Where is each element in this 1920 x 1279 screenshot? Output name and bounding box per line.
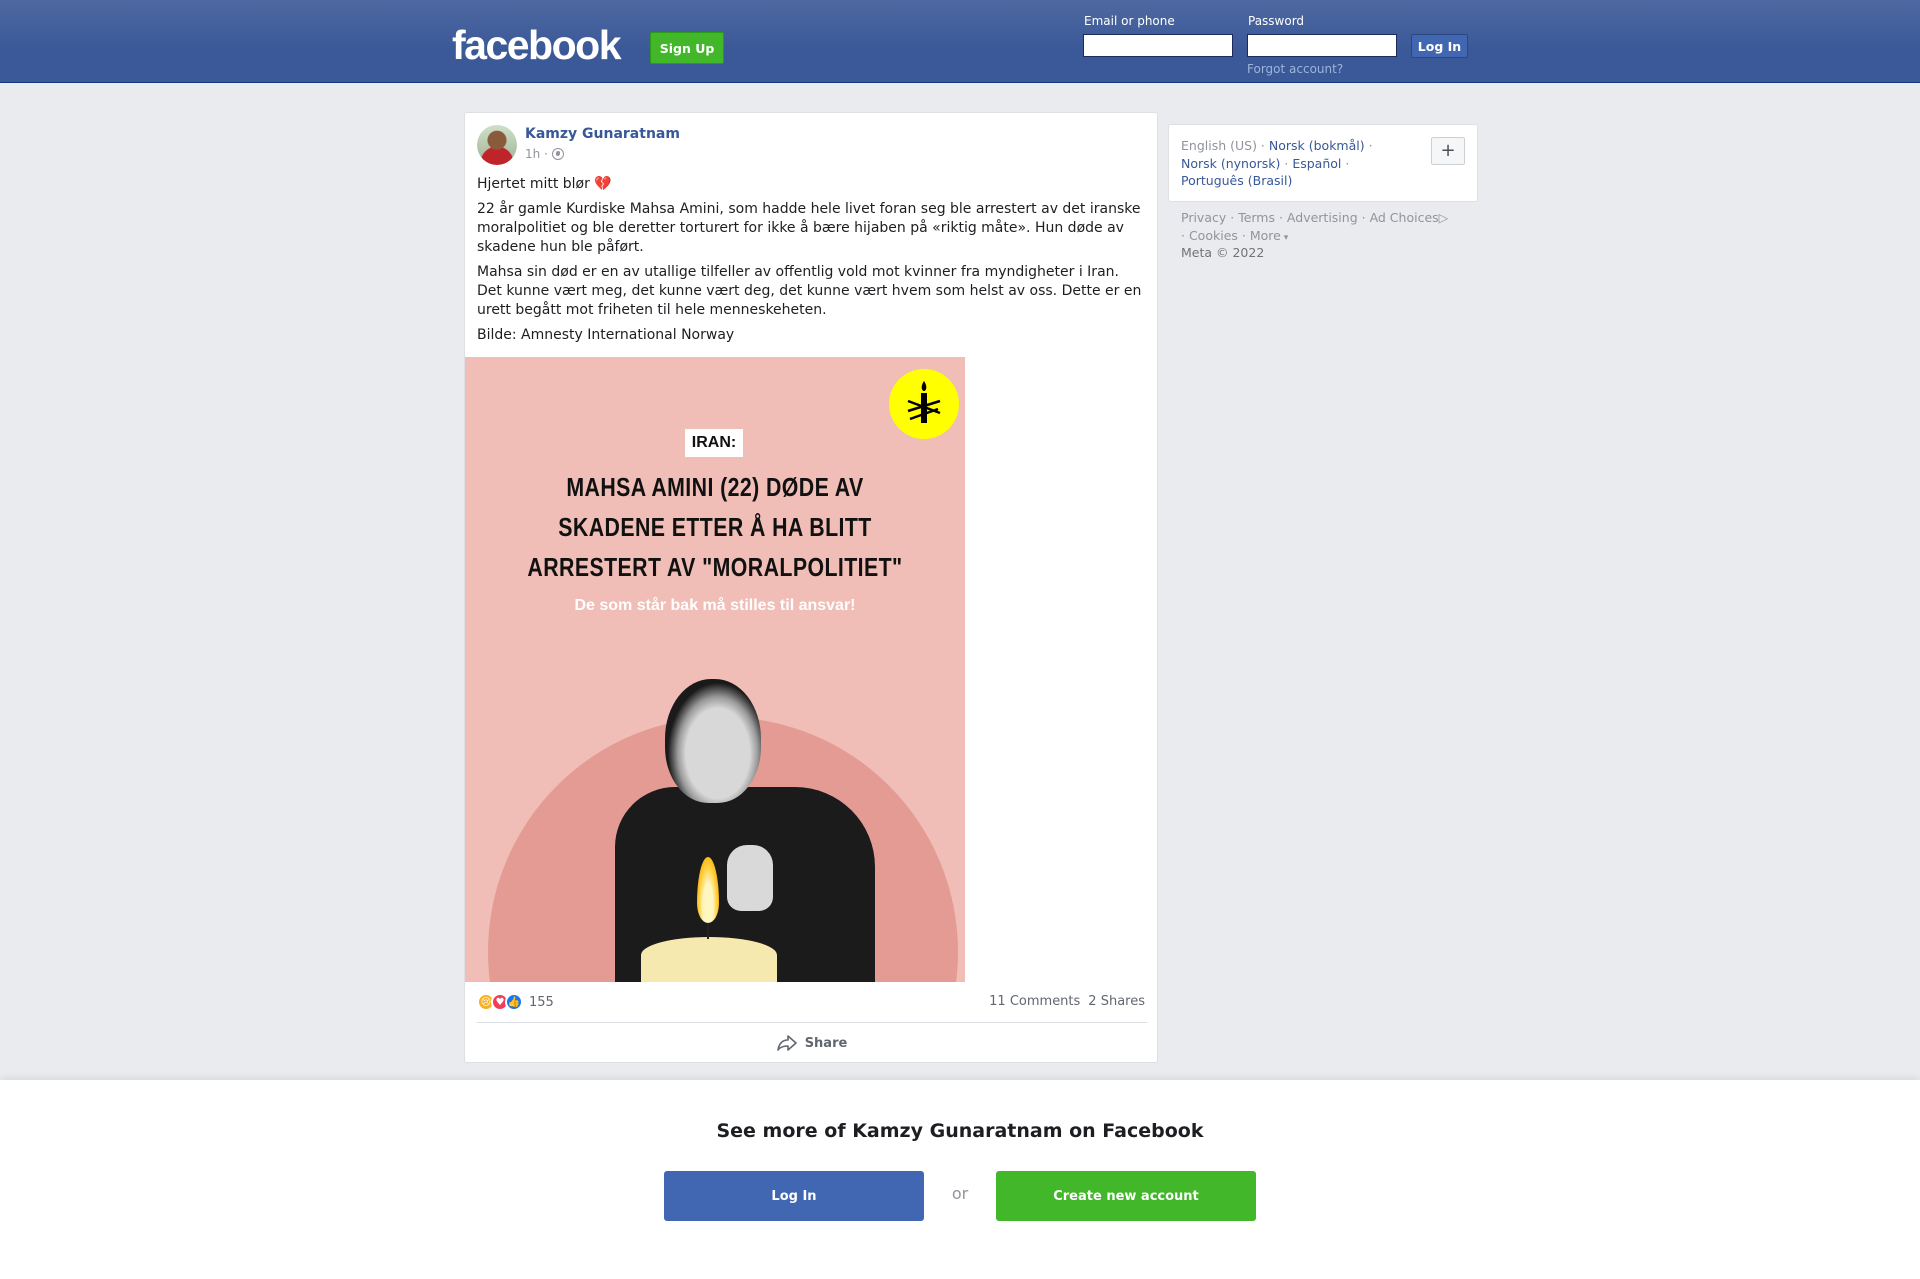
login-prompt-bar: See more of Kamzy Gunaratnam on Facebook… xyxy=(0,1080,1920,1279)
language-link[interactable]: Norsk (bokmål) xyxy=(1269,138,1365,153)
caret-down-icon: ▾ xyxy=(1280,233,1289,243)
password-label: Password xyxy=(1248,14,1305,28)
engagement-counts: 11 Comments 2 Shares xyxy=(989,994,1145,1009)
password-input[interactable] xyxy=(1247,34,1397,57)
post-paragraph: Mahsa sin død er en av utallige tilfelle… xyxy=(477,264,1142,318)
post-paragraph: Hjertet mitt blør 💔 xyxy=(477,176,612,192)
shares-count[interactable]: 2 Shares xyxy=(1088,994,1145,1009)
post-paragraph: 22 år gamle Kurdiske Mahsa Amini, som ha… xyxy=(477,201,1141,255)
divider xyxy=(477,1022,1147,1023)
post-paragraph: Bilde: Amnesty International Norway xyxy=(477,327,735,343)
language-link[interactable]: Español xyxy=(1292,156,1341,171)
current-language: English (US) xyxy=(1181,138,1257,153)
footer-links: Privacy · Terms · Advertising · Ad Choic… xyxy=(1181,210,1449,243)
login-button[interactable]: Log In xyxy=(1411,34,1468,58)
language-link[interactable]: Português (Brasil) xyxy=(1181,173,1292,188)
prompt-login-button[interactable]: Log In xyxy=(664,1171,924,1221)
candle xyxy=(641,937,777,982)
top-navigation-bar: facebook Sign Up Email or phone Password… xyxy=(0,0,1920,83)
reactions-summary[interactable]: 😢 ♥ 👍 155 xyxy=(477,993,554,1011)
poster-headline: MAHSA AMINI (22) DØDE AV SKADENE ETTER Å… xyxy=(527,472,903,582)
amnesty-candle-logo-icon xyxy=(889,369,959,439)
copyright: Meta © 2022 xyxy=(1181,245,1265,260)
or-separator: or xyxy=(951,1184,969,1203)
post-meta: 1h · xyxy=(525,147,564,161)
reaction-count: 155 xyxy=(529,994,554,1010)
author-avatar[interactable] xyxy=(477,125,517,165)
portrait-hand xyxy=(727,845,773,911)
forgot-account-link[interactable]: Forgot account? xyxy=(1247,62,1343,76)
poster-subline: De som står bak må stilles til ansvar! xyxy=(574,597,856,614)
post-body: Hjertet mitt blør 💔 22 år gamle Kurdiske… xyxy=(477,175,1147,351)
post-image[interactable]: IRAN: MAHSA AMINI (22) DØDE AV SKADENE E… xyxy=(465,357,965,982)
poster-tag: IRAN: xyxy=(685,429,743,457)
comments-count[interactable]: 11 Comments xyxy=(989,994,1080,1009)
login-prompt-title: See more of Kamzy Gunaratnam on Facebook xyxy=(716,1120,1204,1142)
language-selector: English (US) · Norsk (bokmål) · Norsk (n… xyxy=(1168,124,1478,202)
share-button[interactable]: Share xyxy=(465,1025,1159,1061)
author-name[interactable]: Kamzy Gunaratnam xyxy=(525,126,680,142)
like-reaction-icon: 👍 xyxy=(505,993,523,1011)
more-link[interactable]: More xyxy=(1250,228,1281,243)
cookies-link[interactable]: Cookies xyxy=(1189,228,1238,243)
post-timestamp[interactable]: 1h · xyxy=(525,147,548,161)
post-card: Kamzy Gunaratnam 1h · Hjertet mitt blør … xyxy=(464,112,1158,1063)
ad-choices-link[interactable]: Ad Choices xyxy=(1370,210,1439,225)
terms-link[interactable]: Terms xyxy=(1238,210,1275,225)
facebook-logo[interactable]: facebook xyxy=(452,22,622,69)
email-label: Email or phone xyxy=(1084,14,1175,28)
advertising-link[interactable]: Advertising xyxy=(1287,210,1358,225)
portrait-head xyxy=(665,679,761,803)
email-input[interactable] xyxy=(1083,34,1233,57)
ad-choices-icon: ▷ xyxy=(1438,210,1449,225)
share-arrow-icon xyxy=(776,1035,797,1051)
sign-up-button[interactable]: Sign Up xyxy=(650,32,724,64)
share-label: Share xyxy=(804,1035,848,1051)
create-account-button[interactable]: Create new account xyxy=(996,1171,1256,1221)
more-languages-button[interactable]: + xyxy=(1431,137,1465,165)
language-link[interactable]: Norsk (nynorsk) xyxy=(1181,156,1280,171)
globe-icon xyxy=(551,148,564,160)
privacy-link[interactable]: Privacy xyxy=(1181,210,1226,225)
